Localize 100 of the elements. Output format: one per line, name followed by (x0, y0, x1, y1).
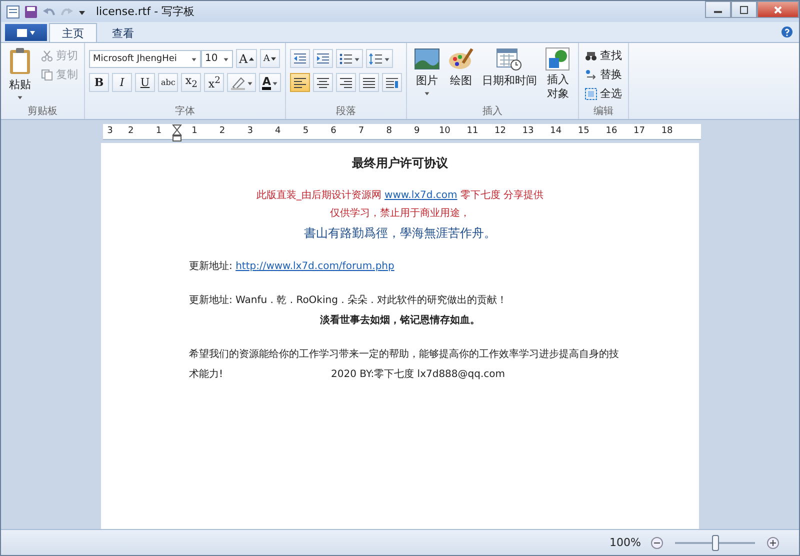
caret-icon (17, 94, 23, 100)
line-spacing-button[interactable] (366, 49, 393, 68)
group-label: 段落 (334, 104, 357, 119)
font-style-button[interactable]: abc (158, 73, 178, 92)
grow-font-button[interactable]: A (236, 49, 257, 68)
copy-icon (41, 68, 53, 80)
window-title: license.rtf - 写字板 (96, 4, 195, 19)
select-all-button[interactable]: 全选 (582, 85, 624, 102)
select-all-icon (584, 88, 597, 100)
font-family-field[interactable]: Microsoft JhengHei (89, 50, 201, 68)
ruler-number: 15 (576, 126, 590, 137)
shrink-font-button[interactable]: A (260, 49, 280, 68)
replace-button[interactable]: 替换 (582, 66, 624, 83)
zoom-in-icon[interactable] (767, 536, 779, 548)
ruler-number: 1 (154, 126, 163, 137)
paragraph-settings-button[interactable] (382, 73, 402, 92)
ruler-number: 7 (357, 126, 366, 137)
menu-icon (16, 28, 36, 38)
caret-icon (247, 80, 254, 86)
shapes-icon (544, 47, 571, 71)
ruler-number: 13 (521, 126, 535, 137)
maximize-icon (739, 4, 749, 14)
caret-icon (384, 56, 390, 62)
document-text: 淡看世事去如烟，铭记恩情存如血。 (320, 315, 480, 326)
up-caret-icon (248, 56, 254, 60)
save-icon[interactable] (24, 4, 38, 18)
paragraph-icon (384, 76, 399, 88)
ruler-number: 12 (494, 126, 507, 137)
font-style-button[interactable]: I (112, 73, 132, 92)
font-style-button[interactable]: B (89, 73, 109, 92)
group-label: 剪贴板 (26, 104, 58, 119)
indent-icon (316, 52, 330, 64)
font-color-button[interactable]: A (259, 73, 281, 92)
caret-icon (424, 90, 430, 96)
outdent-icon (292, 52, 307, 64)
close-button[interactable] (757, 1, 799, 18)
font-style-button[interactable]: x$^{2}$ (204, 73, 224, 92)
indent-marker-icon[interactable] (172, 124, 182, 142)
calendar-clock-icon (496, 47, 522, 71)
paint-button[interactable]: 绘图 (444, 45, 477, 104)
highlighter-icon (230, 76, 246, 90)
find-button[interactable]: 查找 (582, 47, 624, 64)
binoculars-icon (584, 50, 597, 62)
align-button[interactable] (290, 73, 310, 92)
align-button[interactable] (358, 73, 379, 92)
minimize-icon (714, 11, 722, 13)
bullet-list-icon (338, 52, 353, 64)
paste-button[interactable]: 粘贴 (5, 45, 35, 104)
align-icon (362, 76, 376, 88)
ruler-number: 5 (302, 126, 310, 137)
maximize-button[interactable] (731, 1, 757, 18)
group-label: 编辑 (592, 104, 614, 119)
caret-icon (354, 56, 360, 62)
ruler-number: 16 (604, 126, 618, 137)
ruler-number: 18 (660, 126, 674, 137)
font-style-button[interactable]: U (135, 73, 155, 92)
document-text: 术能力! (189, 369, 224, 380)
calendar-button[interactable]: 日期和时间 (478, 45, 540, 104)
document-text: 2020 BY:零下七度 lx7d888@qq.com (331, 369, 506, 380)
object-button[interactable]: 插入对象 (542, 45, 574, 104)
ruler-number: 10 (438, 126, 452, 137)
caret-icon (191, 56, 197, 62)
app-menu-button[interactable] (5, 24, 47, 41)
highlight-button[interactable] (227, 73, 256, 92)
decrease-indent-button[interactable] (290, 49, 310, 68)
caret-icon (272, 80, 278, 86)
document-icon (6, 4, 20, 18)
link[interactable]: www.lx7d.com (384, 190, 458, 201)
close-icon (773, 4, 783, 14)
group-label: 字体 (174, 104, 196, 119)
align-button[interactable] (336, 73, 356, 92)
ribbon-tab[interactable]: 查看 (99, 23, 147, 42)
align-icon (316, 76, 330, 88)
document-text: 書山有路勤爲徑，學海無涯苦作舟。 (304, 226, 496, 240)
line-spacing-icon (368, 52, 383, 64)
link[interactable]: http://www.lx7d.com/forum.php (236, 261, 394, 272)
document-text: 更新地址: (189, 261, 234, 272)
ruler-number: 9 (413, 126, 421, 137)
font-size-field[interactable]: 10 (201, 50, 233, 68)
increase-indent-button[interactable] (312, 49, 333, 68)
ruler-number: 6 (330, 126, 338, 137)
slider-thumb[interactable] (712, 534, 719, 550)
ribbon-tab[interactable]: 主页 (49, 23, 97, 42)
ruler-number: 2 (127, 126, 135, 137)
minimize-button[interactable] (705, 1, 731, 18)
ruler-number: 8 (385, 126, 393, 137)
ruler-number: 4 (274, 126, 282, 137)
scissors-icon (41, 50, 53, 62)
picture-button[interactable]: 图片 (410, 45, 443, 104)
zoom-level: 100% (610, 536, 641, 549)
help-icon[interactable] (781, 26, 793, 38)
align-button[interactable] (312, 73, 333, 92)
list-button[interactable] (336, 49, 363, 68)
zoom-out-icon[interactable] (651, 536, 663, 548)
font-style-button[interactable]: x$_{2}$ (181, 73, 202, 92)
align-icon (292, 76, 307, 88)
ruler-number: 1 (190, 126, 198, 137)
ruler-number: 3 (246, 126, 254, 137)
ruler-number: 3 (106, 126, 114, 137)
document-text: 最终用户许可协议 (352, 156, 448, 170)
